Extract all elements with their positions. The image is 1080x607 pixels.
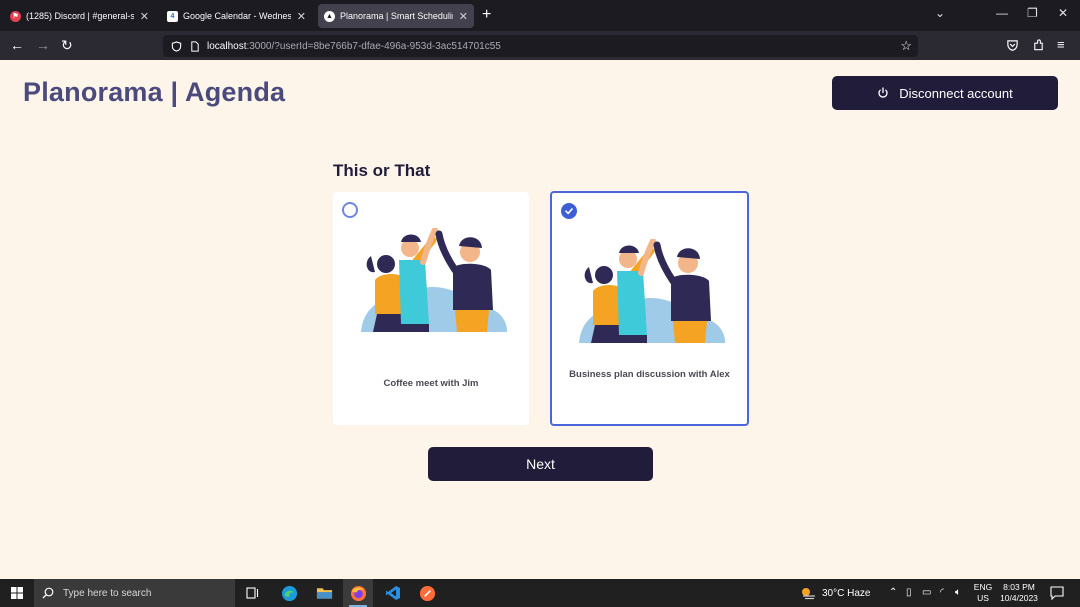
checkmark-icon[interactable] — [561, 203, 577, 219]
forward-arrow-icon[interactable]: → — [36, 37, 50, 53]
lang-top: ENG — [973, 582, 993, 592]
weather-text: 30°C Haze — [822, 587, 871, 599]
high-five-illustration — [579, 239, 726, 343]
pocket-icon[interactable] — [1006, 39, 1019, 52]
volume-icon[interactable]: 🔈︎ — [955, 587, 961, 598]
reload-icon[interactable]: ↻ — [61, 37, 73, 53]
file-explorer-icon[interactable] — [314, 583, 334, 603]
page-title: Planorama | Agenda — [23, 77, 286, 107]
bookmark-star-icon[interactable]: ☆ — [900, 38, 912, 54]
search-icon — [42, 587, 54, 599]
section-title: This or That — [333, 161, 431, 180]
tab-google-calendar[interactable]: 4 Google Calendar - Wednesday, ✕ — [161, 4, 312, 28]
option-label: Coffee meet with Jim — [383, 378, 479, 389]
task-view-icon[interactable] — [243, 583, 263, 603]
notification-icon[interactable] — [1050, 586, 1064, 600]
option-card-business-plan[interactable]: Business plan discussion with Alex — [550, 191, 749, 426]
close-tab-icon[interactable]: ✕ — [140, 10, 149, 23]
system-clock[interactable]: 8:03 PM 10/4/2023 — [996, 582, 1042, 604]
meet-now-icon[interactable]: ▯ — [906, 587, 912, 598]
vscode-icon[interactable] — [383, 583, 403, 603]
power-icon — [878, 87, 888, 98]
check-glyph-icon — [565, 208, 573, 215]
tab-title: Planorama | Smart Scheduling — [340, 11, 453, 21]
wifi-icon[interactable]: ◜ — [940, 587, 944, 598]
back-arrow-icon[interactable]: ← — [10, 37, 24, 53]
tab-list-chevron-icon[interactable]: ⌄ — [935, 6, 945, 20]
page-content: Planorama | Agenda Disconnect account Th… — [0, 60, 1080, 579]
calendar-icon: 4 — [167, 10, 178, 22]
taskbar-search-input[interactable]: Type here to search — [34, 579, 235, 607]
chevron-up-icon[interactable]: ⌃ — [889, 587, 897, 598]
option-card-coffee[interactable]: Coffee meet with Jim — [333, 192, 529, 425]
windows-start-icon[interactable] — [11, 587, 23, 599]
high-five-illustration — [361, 228, 508, 332]
tab-discord[interactable]: ⚑ (1285) Discord | #general-some ✕ — [4, 4, 155, 28]
haze-weather-icon — [802, 588, 815, 600]
firefox-icon[interactable] — [348, 583, 368, 603]
next-button[interactable]: Next — [428, 447, 653, 481]
browser-tab-bar: ⚑ (1285) Discord | #general-some ✕ 4 Goo… — [0, 0, 1080, 31]
close-window-icon[interactable]: ✕ — [1058, 6, 1068, 20]
tab-title: (1285) Discord | #general-some — [26, 11, 134, 21]
minimize-icon[interactable]: — — [996, 6, 1008, 20]
disconnect-label: Disconnect account — [899, 85, 1013, 101]
planorama-icon: ▲ — [324, 10, 335, 22]
page-icon — [191, 40, 199, 52]
new-tab-icon[interactable]: + — [482, 6, 491, 24]
menu-hamburger-icon[interactable]: ≡ — [1057, 37, 1065, 53]
address-bar[interactable]: localhost:3000/?userId=8be766b7-dfae-496… — [163, 35, 918, 57]
url-host: localhost — [207, 40, 247, 52]
tab-title: Google Calendar - Wednesday, — [183, 11, 291, 21]
input-language[interactable]: ENG US — [972, 582, 994, 604]
shield-icon — [171, 40, 182, 52]
battery-icon[interactable]: ▭ — [922, 587, 931, 598]
close-tab-icon[interactable]: ✕ — [459, 10, 468, 23]
weather-widget[interactable]: 30°C Haze — [800, 586, 870, 600]
close-tab-icon[interactable]: ✕ — [297, 10, 306, 23]
tab-planorama[interactable]: ▲ Planorama | Smart Scheduling ✕ — [318, 4, 474, 28]
lang-bottom: US — [977, 593, 989, 603]
clock-time: 8:03 PM — [1003, 582, 1035, 592]
taskbar: Type here to search 30°C Haze ⌃ ▯ ▭ ◜ 🔈︎… — [0, 579, 1080, 607]
url-path: :3000/?userId=8be766b7-dfae-496a-953d-3a… — [246, 40, 501, 52]
discord-icon: ⚑ — [10, 10, 21, 22]
browser-nav-bar: ← → ↻ localhost:3000/?userId=8be766b7-df… — [0, 31, 1080, 60]
edge-browser-icon[interactable] — [279, 583, 299, 603]
radio-unchecked-icon[interactable] — [342, 202, 358, 218]
restore-icon[interactable]: ❐ — [1027, 6, 1038, 20]
postman-icon[interactable] — [417, 583, 437, 603]
option-label: Business plan discussion with Alex — [569, 369, 730, 380]
extensions-icon[interactable] — [1032, 38, 1045, 52]
search-placeholder: Type here to search — [63, 587, 152, 599]
disconnect-account-button[interactable]: Disconnect account — [832, 76, 1058, 110]
clock-date: 10/4/2023 — [1000, 593, 1038, 603]
